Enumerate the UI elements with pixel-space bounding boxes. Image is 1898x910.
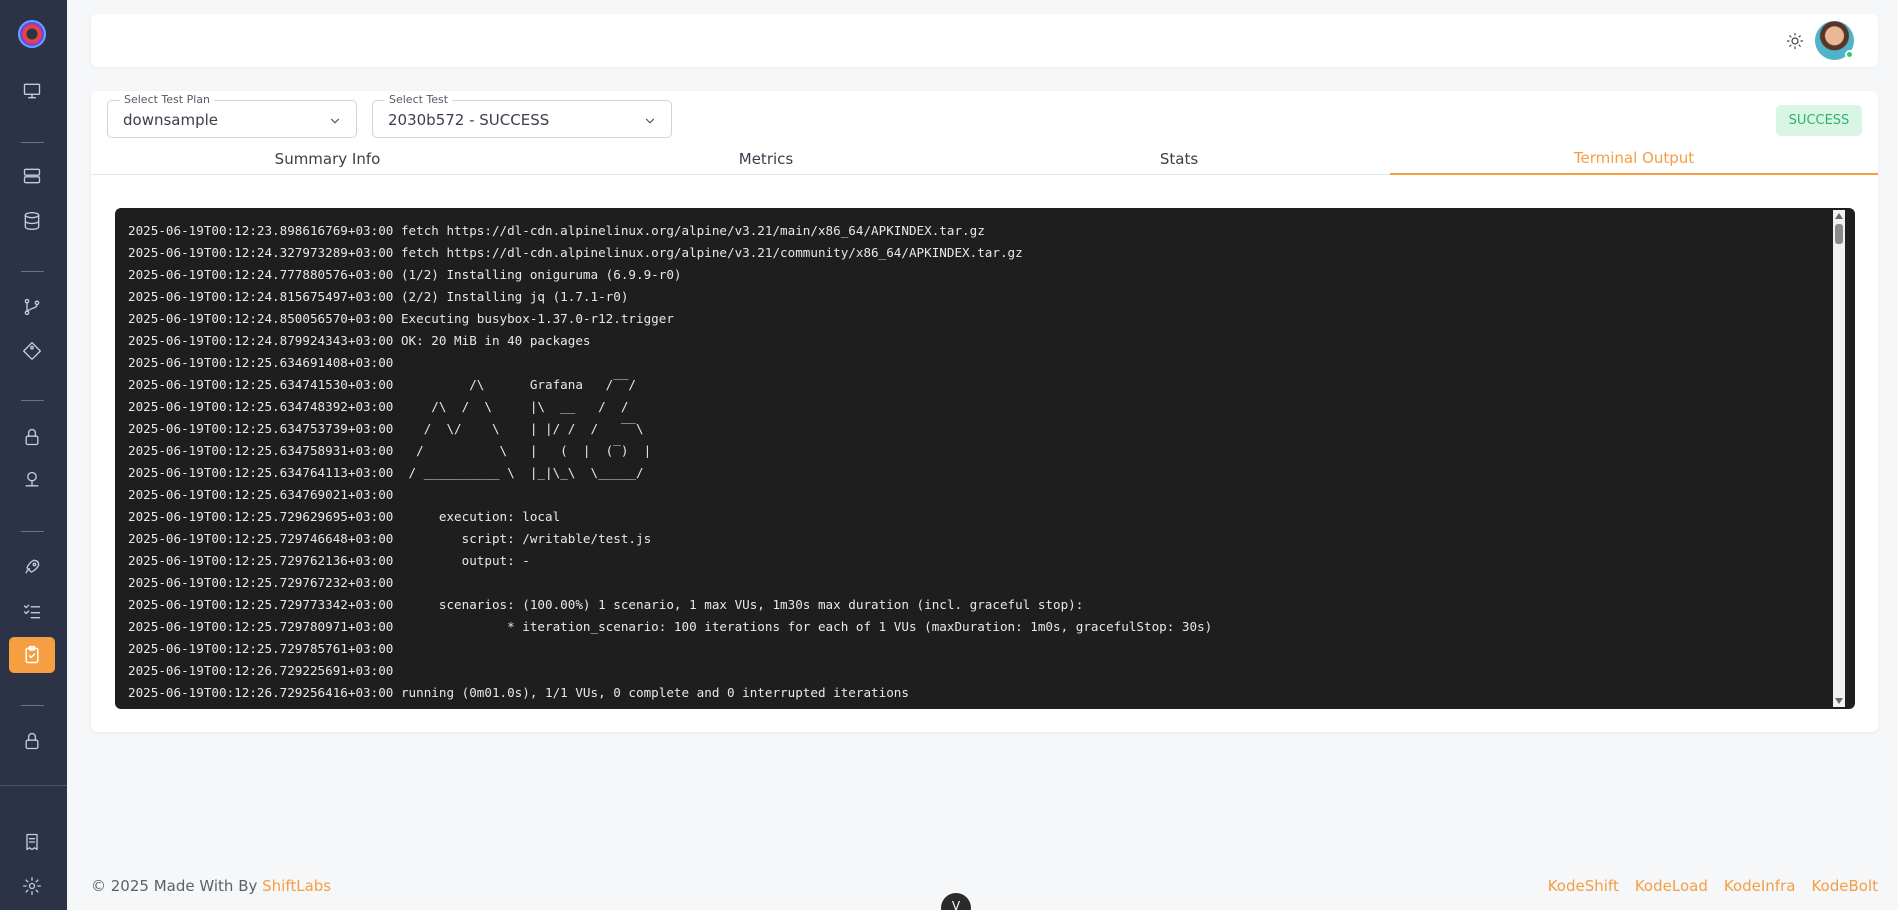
test-plan-label: Select Test Plan: [120, 93, 214, 106]
terminal-line: 2025-06-19T00:12:25.729767232+03:00: [128, 575, 394, 590]
app-logo[interactable]: [18, 20, 46, 48]
terminal-line: 2025-06-19T00:12:26.729256416+03:00 runn…: [128, 685, 909, 700]
terminal-line: 2025-06-19T00:12:25.729746648+03:00 scri…: [128, 531, 652, 546]
test-plan-select[interactable]: Select Test Plan downsample: [107, 93, 357, 138]
test-select[interactable]: Select Test 2030b572 - SUCCESS: [372, 93, 672, 138]
lock-icon[interactable]: [20, 425, 44, 449]
gear-icon[interactable]: [20, 874, 44, 898]
sidebar-divider: [21, 142, 44, 143]
sun-icon[interactable]: [1784, 30, 1806, 52]
database-icon[interactable]: [20, 209, 44, 233]
terminal-log: 2025-06-19T00:12:23.898616769+03:00 fetc…: [128, 220, 1825, 704]
scroll-down-icon[interactable]: [1835, 698, 1843, 704]
terminal-output[interactable]: 2025-06-19T00:12:23.898616769+03:00 fetc…: [115, 208, 1855, 709]
test-plan-value: downsample: [123, 111, 219, 129]
terminal-line: 2025-06-19T00:12:25.729629695+03:00 exec…: [128, 509, 561, 524]
git-branch-icon[interactable]: [20, 295, 44, 319]
sidebar: [0, 0, 67, 910]
terminal-line: 2025-06-19T00:12:25.634758931+03:00 / \ …: [128, 443, 652, 458]
terminal-line: 2025-06-19T00:12:25.634764113+03:00 / __…: [128, 465, 644, 480]
test-label: Select Test: [385, 93, 453, 106]
terminal-line: 2025-06-19T00:12:25.634691408+03:00: [128, 355, 394, 370]
monitor-icon[interactable]: [20, 79, 44, 103]
terminal-line: 2025-06-19T00:12:24.879924343+03:00 OK: …: [128, 333, 591, 348]
tag-icon[interactable]: [20, 339, 44, 363]
avatar[interactable]: [1815, 21, 1854, 60]
test-value: 2030b572 - SUCCESS: [388, 111, 550, 129]
terminal-line: 2025-06-19T00:12:24.850056570+03:00 Exec…: [128, 311, 674, 326]
tab-metrics[interactable]: Metrics: [564, 143, 968, 175]
rocket-icon[interactable]: [20, 555, 44, 579]
terminal-line: 2025-06-19T00:12:24.777880576+03:00 (1/2…: [128, 267, 682, 282]
terminal-line: 2025-06-19T00:12:26.729225691+03:00: [128, 663, 394, 678]
sidebar-divider: [21, 531, 44, 532]
terminal-line: 2025-06-19T00:12:25.634741530+03:00 /\ G…: [128, 377, 636, 392]
terminal-line: 2025-06-19T00:12:25.634769021+03:00: [128, 487, 394, 502]
status-badge: SUCCESS: [1776, 105, 1862, 136]
shiftlabs-link[interactable]: ShiftLabs: [262, 877, 331, 895]
tab-stats[interactable]: Stats: [968, 143, 1390, 175]
terminal-line: 2025-06-19T00:12:25.729773342+03:00 scen…: [128, 597, 1084, 612]
main-card: Select Test Plan downsample Select Test …: [91, 91, 1878, 732]
footer-link-kodeinfra[interactable]: KodeInfra: [1724, 877, 1796, 895]
top-bar: [91, 14, 1878, 67]
terminal-line: 2025-06-19T00:12:25.634753739+03:00 / \/…: [128, 421, 644, 436]
terminal-line: 2025-06-19T00:12:25.729762136+03:00 outp…: [128, 553, 530, 568]
tab-terminal-output[interactable]: Terminal Output: [1390, 143, 1878, 175]
terminal-line: 2025-06-19T00:12:25.729780971+03:00 * it…: [128, 619, 1213, 634]
footer-copyright: © 2025 Made With By ShiftLabs: [91, 877, 331, 895]
footer-links: KodeShift KodeLoad KodeInfra KodeBolt: [1548, 877, 1878, 895]
lock-icon[interactable]: [20, 729, 44, 753]
clipboard-icon[interactable]: [9, 637, 55, 673]
terminal-line: 2025-06-19T00:12:25.729785761+03:00: [128, 641, 394, 656]
terminal-line: 2025-06-19T00:12:24.327973289+03:00 fetc…: [128, 245, 1023, 260]
terminal-line: 2025-06-19T00:12:24.815675497+03:00 (2/2…: [128, 289, 629, 304]
receipt-icon[interactable]: [20, 830, 44, 854]
network-icon[interactable]: [20, 468, 44, 492]
terminal-line: 2025-06-19T00:12:23.898616769+03:00 fetc…: [128, 223, 985, 238]
footer-link-kodeshift[interactable]: KodeShift: [1548, 877, 1619, 895]
terminal-scrollbar[interactable]: [1833, 210, 1845, 707]
sidebar-divider: [0, 785, 67, 786]
chevron-down-icon: [643, 113, 657, 127]
tab-summary-info[interactable]: Summary Info: [91, 143, 564, 175]
copyright-text: © 2025 Made With By: [91, 877, 263, 895]
terminal-line: 2025-06-19T00:12:25.634748392+03:00 /\ /…: [128, 399, 629, 414]
footer-link-kodebolt[interactable]: KodeBolt: [1811, 877, 1878, 895]
floating-toggle-button[interactable]: V: [941, 893, 971, 910]
sidebar-divider: [21, 400, 44, 401]
sidebar-divider: [21, 705, 44, 706]
scroll-up-icon[interactable]: [1835, 213, 1843, 219]
online-status-dot: [1845, 50, 1854, 59]
tab-bar: Summary Info Metrics Stats Terminal Outp…: [91, 143, 1878, 175]
sidebar-divider: [21, 271, 44, 272]
checklist-icon[interactable]: [20, 599, 44, 623]
server-icon[interactable]: [20, 164, 44, 188]
scrollbar-thumb[interactable]: [1835, 224, 1843, 244]
footer-link-kodeload[interactable]: KodeLoad: [1635, 877, 1708, 895]
chevron-down-icon: [328, 113, 342, 127]
